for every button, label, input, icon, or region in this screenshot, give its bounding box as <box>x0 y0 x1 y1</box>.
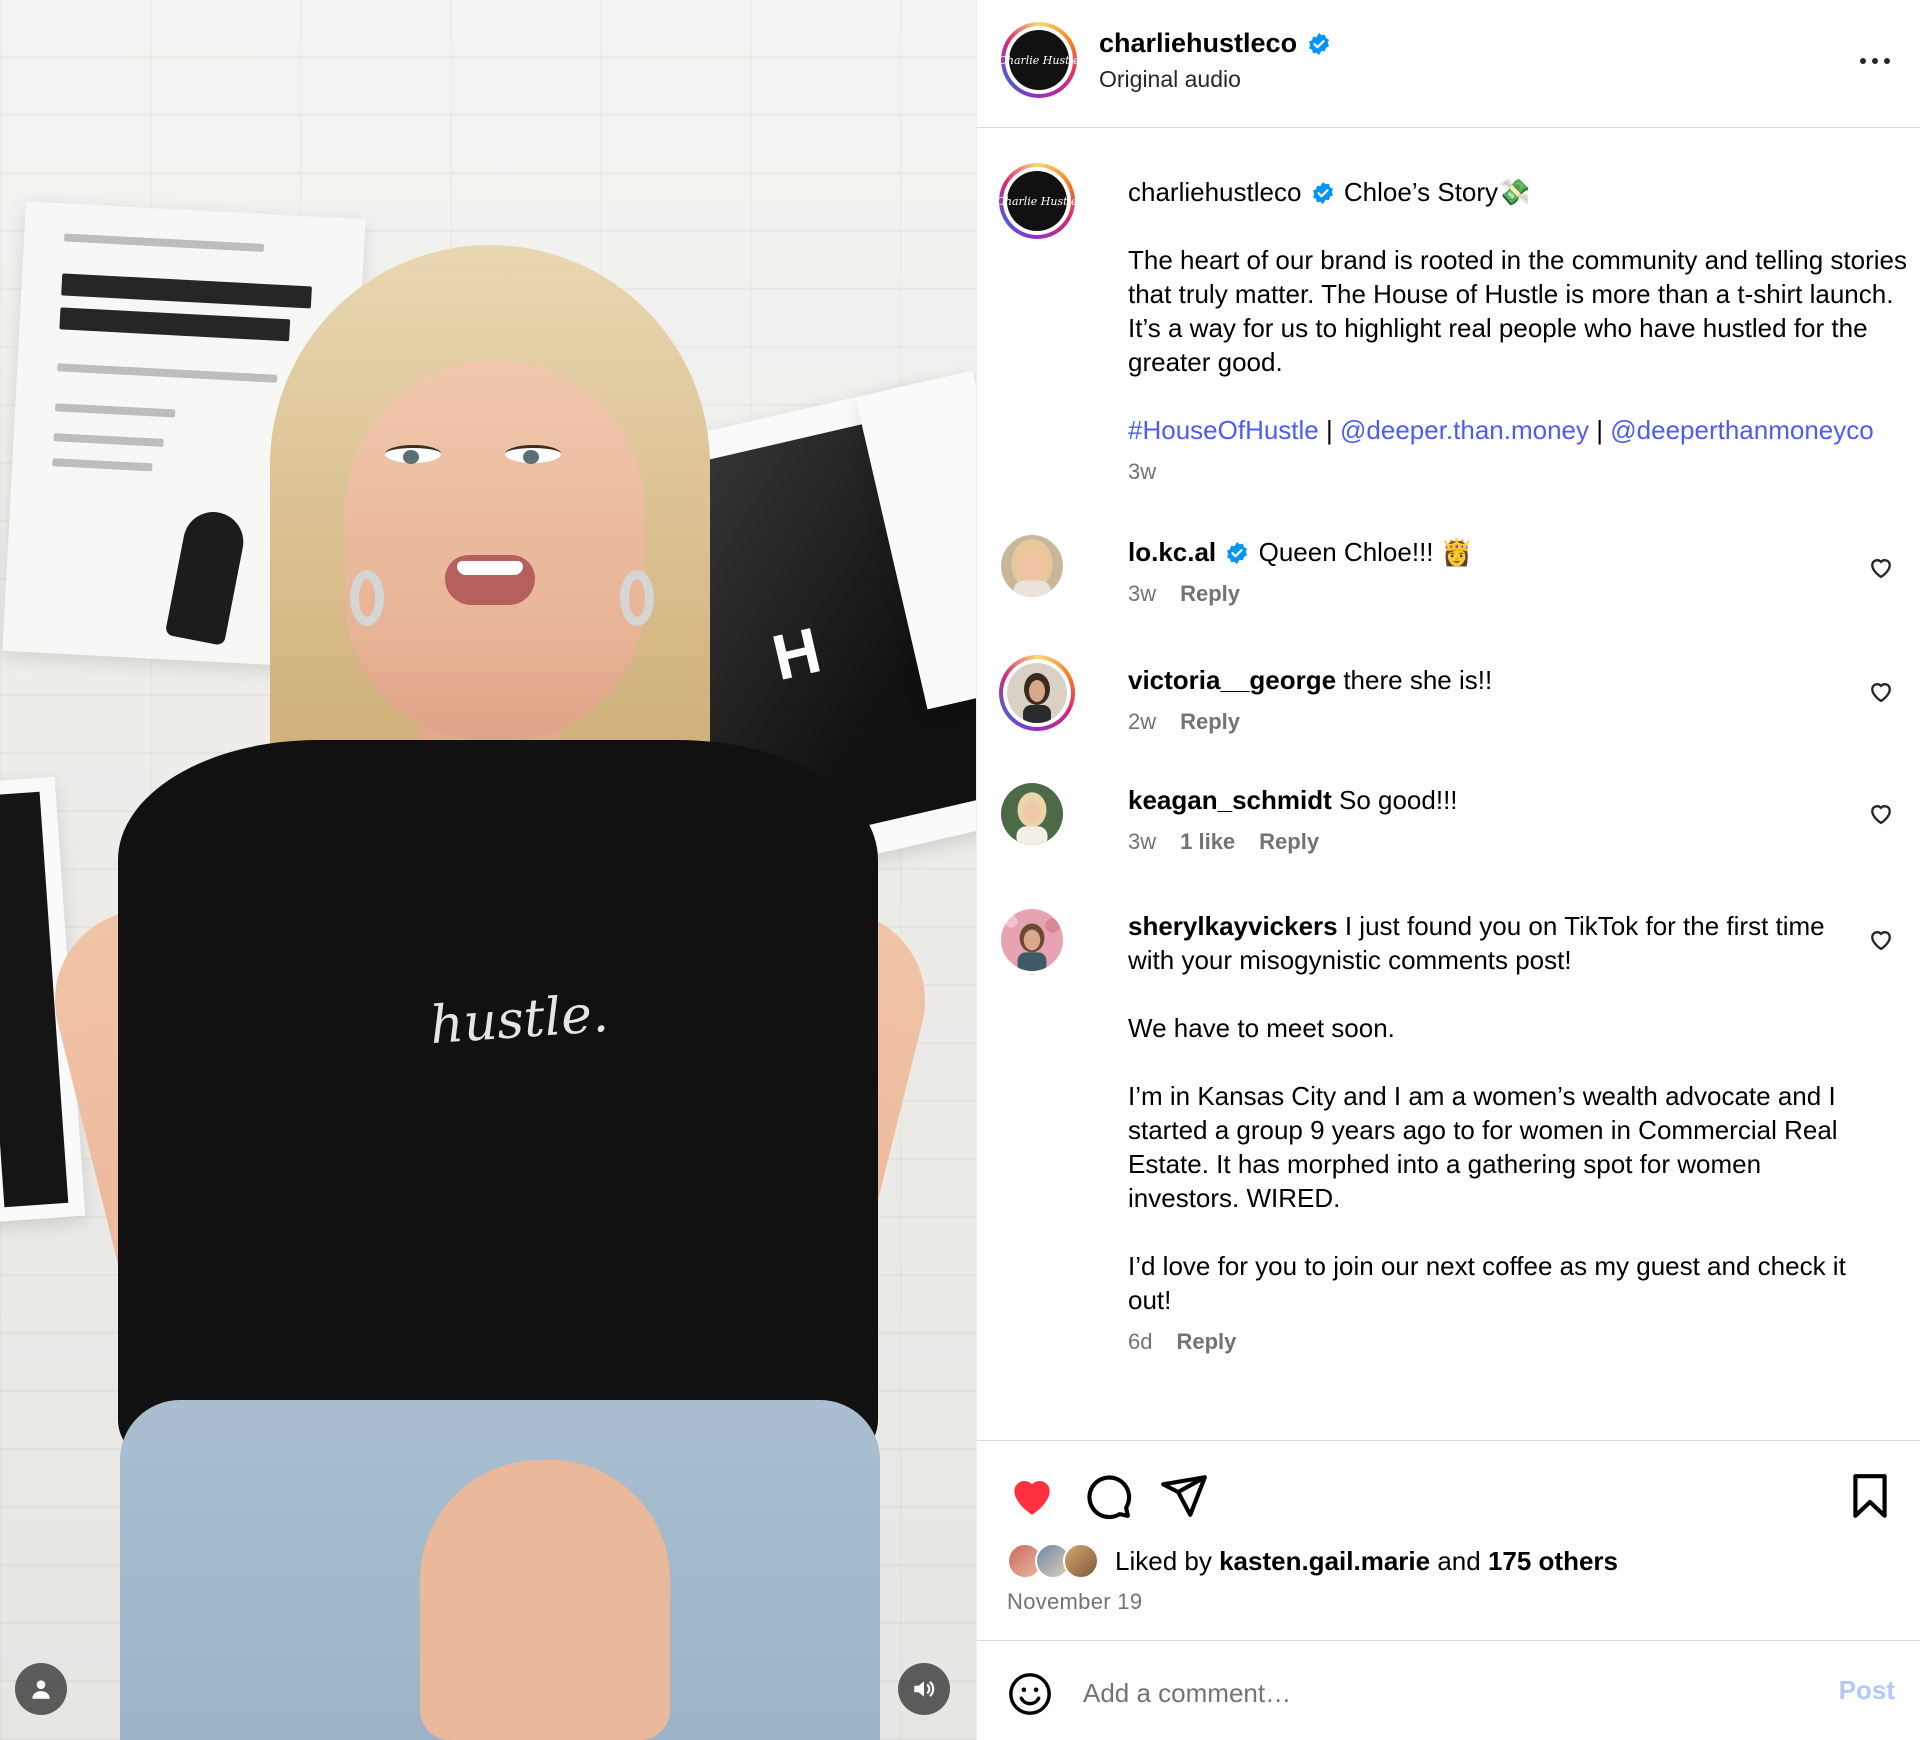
person-figure: hustle. <box>0 0 976 1740</box>
comment-input[interactable] <box>1083 1671 1783 1715</box>
comment-like-count[interactable]: 1 like <box>1180 825 1235 859</box>
comment-body: keagan_schmidt So good!!! 3w 1 like Repl… <box>1128 783 1868 859</box>
mention-link[interactable]: @deeper.than.money <box>1340 415 1589 445</box>
caption-username[interactable]: charliehustleco <box>1128 177 1301 207</box>
comment-text: I’m in Kansas City and I am a women’s we… <box>1128 1081 1838 1213</box>
commenter-avatar[interactable] <box>1001 535 1063 597</box>
comment-like-heart-icon[interactable] <box>1867 799 1895 827</box>
more-horizontal-icon <box>1860 58 1866 64</box>
more-options-button[interactable] <box>1855 44 1895 78</box>
post-actions: Liked by kasten.gail.marie and 175 other… <box>977 1440 1920 1640</box>
liked-by-others[interactable]: 175 others <box>1488 1546 1618 1577</box>
comment-body: sherylkayvickers I just found you on Tik… <box>1128 909 1868 1359</box>
comment-body: victoria__george there she is!! 2w Reply <box>1128 663 1868 739</box>
comment-text: We have to meet soon. <box>1128 1013 1395 1043</box>
header-avatar[interactable]: Charlie Hustle <box>998 22 1080 98</box>
liked-by-and: and <box>1437 1545 1481 1576</box>
comment-username[interactable]: sherylkayvickers <box>1128 911 1338 941</box>
comment-composer: Post <box>977 1640 1920 1740</box>
shirt-print: hustle. <box>428 983 611 1057</box>
heart-filled-icon[interactable] <box>1007 1471 1057 1521</box>
comment-time: 3w <box>1128 581 1157 606</box>
comment-time: 3w <box>1128 829 1157 854</box>
mention-link[interactable]: @deeperthanmoneyco <box>1610 415 1873 445</box>
reply-button[interactable]: Reply <box>1176 1325 1236 1359</box>
liked-by-prefix: Liked by <box>1115 1545 1212 1576</box>
verified-badge-icon <box>1227 542 1248 564</box>
verified-badge-icon <box>1312 182 1333 204</box>
comment-time: 6d <box>1128 1329 1153 1354</box>
comment-time: 2w <box>1128 709 1157 734</box>
user-tag-button[interactable] <box>15 1663 67 1715</box>
caption-body: charliehustleco Chloe’s Story💸 The heart… <box>1128 175 1918 489</box>
comment-username[interactable]: keagan_schmidt <box>1128 785 1332 815</box>
caption-text: The heart of our brand is rooted in the … <box>1128 245 1907 377</box>
sound-toggle-button[interactable] <box>898 1663 950 1715</box>
comment-text: I’d love for you to join our next coffee… <box>1128 1251 1846 1315</box>
reply-button[interactable]: Reply <box>1180 705 1240 739</box>
post-date[interactable]: November 19 <box>1007 1589 1142 1615</box>
post-header: Charlie Hustle charliehustleco Original … <box>977 0 1920 128</box>
caption-time: 3w <box>1128 459 1157 484</box>
commenter-avatar[interactable] <box>1001 909 1063 971</box>
commenter-avatar[interactable] <box>999 655 1075 731</box>
verified-badge-icon <box>1309 32 1330 55</box>
comment-meta: 3w Reply <box>1128 577 1868 611</box>
commenter-avatar[interactable] <box>1001 783 1063 845</box>
user-tag-icon <box>32 1680 50 1699</box>
header-username[interactable]: charliehustleco <box>1099 28 1297 59</box>
header-username-row: charliehustleco <box>1099 28 1331 59</box>
comment-like-heart-icon[interactable] <box>1867 925 1895 953</box>
comment-meta: 2w Reply <box>1128 705 1868 739</box>
comment-meta: 6d Reply <box>1128 1325 1868 1359</box>
comment-body: lo.kc.al Queen Chloe!!! 👸 3w Reply <box>1128 535 1868 611</box>
comment-like-heart-icon[interactable] <box>1867 677 1895 705</box>
comment-text: there she is!! <box>1343 665 1493 695</box>
caption-tags: #HouseOfHustle | @deeper.than.money | @d… <box>1128 415 1874 445</box>
comment-like-heart-icon[interactable] <box>1867 553 1895 581</box>
caption-meta: 3w <box>1128 455 1918 489</box>
post-media[interactable]: H hustle. <box>0 0 976 1740</box>
reply-button[interactable]: Reply <box>1259 825 1319 859</box>
speaker-icon <box>914 1681 935 1697</box>
comment-text: So good!!! <box>1338 785 1458 815</box>
liked-by-user[interactable]: kasten.gail.marie <box>1219 1546 1430 1577</box>
caption-avatar[interactable]: Charlie Hustle <box>996 163 1078 239</box>
comment-icon[interactable] <box>1083 1471 1133 1521</box>
original-audio-link[interactable]: Original audio <box>1099 66 1241 93</box>
brand-logo-avatar: Charlie Hustle <box>998 30 1080 90</box>
comment-meta: 3w 1 like Reply <box>1128 825 1868 859</box>
comments-thread[interactable]: Charlie Hustle charliehustleco Chloe’s S… <box>977 129 1920 1439</box>
reply-button[interactable]: Reply <box>1180 577 1240 611</box>
bookmark-icon[interactable] <box>1845 1471 1895 1521</box>
emoji-icon[interactable] <box>1007 1671 1053 1717</box>
post-comment-button[interactable]: Post <box>1839 1675 1895 1706</box>
caption-title: Chloe’s Story💸 <box>1343 177 1531 207</box>
comment-username[interactable]: lo.kc.al <box>1128 537 1216 567</box>
liked-by-row: Liked by kasten.gail.marie and 175 other… <box>1007 1543 1618 1579</box>
liker-avatars[interactable] <box>1007 1543 1107 1579</box>
share-icon[interactable] <box>1159 1471 1209 1521</box>
post-details-pane: Charlie Hustle charliehustleco Original … <box>976 0 1920 1740</box>
comment-text: Queen Chloe!!! 👸 <box>1258 537 1474 567</box>
comment-username[interactable]: victoria__george <box>1128 665 1336 695</box>
hashtag-link[interactable]: #HouseOfHustle <box>1128 415 1319 445</box>
